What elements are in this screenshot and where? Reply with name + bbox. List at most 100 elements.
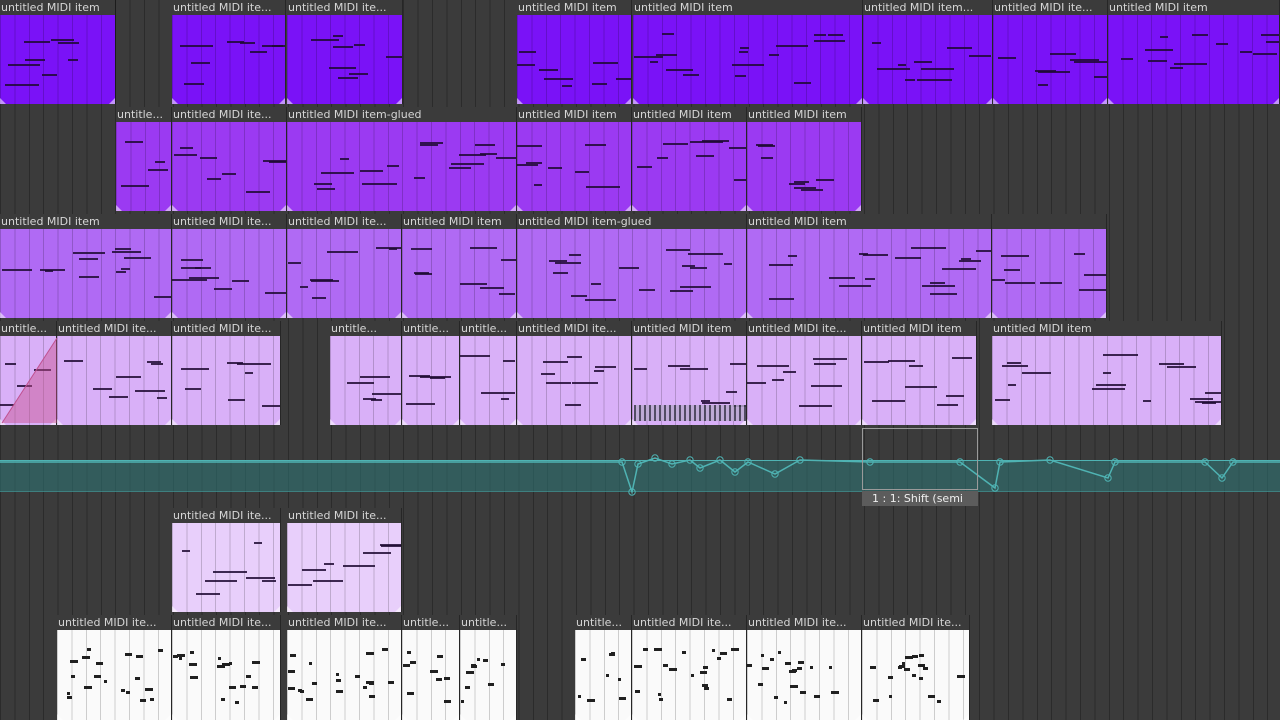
midi-item[interactable]: untitled MIDI item <box>633 0 863 104</box>
item-fade-handle[interactable] <box>402 419 408 425</box>
item-fade-handle[interactable] <box>855 419 861 425</box>
midi-item[interactable]: untitled MIDI ite... <box>57 321 172 425</box>
item-fade-handle[interactable] <box>625 98 631 104</box>
item-fade-handle[interactable] <box>280 312 286 318</box>
item-fade-handle[interactable] <box>395 419 401 425</box>
midi-item[interactable]: untitled MIDI ite... <box>172 508 281 612</box>
item-fade-handle[interactable] <box>460 714 466 720</box>
item-fade-handle[interactable] <box>517 419 523 425</box>
item-fade-handle[interactable] <box>862 714 868 720</box>
item-fade-handle[interactable] <box>109 98 115 104</box>
item-fade-handle[interactable] <box>510 714 516 720</box>
item-fade-handle[interactable] <box>280 205 286 211</box>
midi-item[interactable]: untitled MIDI ite... <box>747 615 862 720</box>
midi-item[interactable]: untitle... <box>402 321 460 425</box>
item-fade-handle[interactable] <box>279 98 285 104</box>
item-fade-handle[interactable] <box>985 312 991 318</box>
item-fade-handle[interactable] <box>165 419 171 425</box>
item-fade-handle[interactable] <box>575 714 581 720</box>
item-fade-handle[interactable] <box>986 98 992 104</box>
item-fade-handle[interactable] <box>1101 98 1107 104</box>
item-fade-handle[interactable] <box>274 714 280 720</box>
item-fade-handle[interactable] <box>740 205 746 211</box>
item-fade-handle[interactable] <box>395 606 401 612</box>
track-lane-track7[interactable]: untitled MIDI ite... untitled MIDI ite...… <box>0 615 1280 720</box>
midi-item[interactable]: untitled MIDI ite... <box>862 615 970 720</box>
midi-item[interactable]: untitled MIDI item <box>747 214 992 318</box>
item-fade-handle[interactable] <box>165 312 171 318</box>
fade-in-curve[interactable] <box>0 0 60 430</box>
item-fade-handle[interactable] <box>856 98 862 104</box>
item-fade-handle[interactable] <box>740 714 746 720</box>
item-fade-handle[interactable] <box>274 419 280 425</box>
midi-item[interactable]: untitled MIDI ite... <box>632 615 747 720</box>
item-fade-handle[interactable] <box>287 312 293 318</box>
item-fade-handle[interactable] <box>855 714 861 720</box>
midi-item[interactable]: untitled MIDI ite... <box>993 0 1108 104</box>
item-fade-handle[interactable] <box>625 714 631 720</box>
item-fade-handle[interactable] <box>172 419 178 425</box>
item-fade-handle[interactable] <box>402 312 408 318</box>
item-fade-handle[interactable] <box>1215 419 1221 425</box>
midi-item[interactable]: untitled MIDI item <box>632 107 747 211</box>
midi-item[interactable]: untitled MIDI ite... <box>287 214 402 318</box>
item-fade-handle[interactable] <box>1273 98 1279 104</box>
item-fade-handle[interactable] <box>1108 98 1114 104</box>
item-fade-handle[interactable] <box>165 714 171 720</box>
midi-item[interactable]: untitle... <box>402 615 460 720</box>
midi-item[interactable]: untitled MIDI ite... <box>287 615 402 720</box>
item-fade-handle[interactable] <box>165 205 171 211</box>
item-fade-handle[interactable] <box>862 419 868 425</box>
midi-item[interactable]: untitled MIDI item <box>402 214 517 318</box>
midi-item[interactable]: untitle... <box>330 321 402 425</box>
item-fade-handle[interactable] <box>517 312 523 318</box>
item-fade-handle[interactable] <box>747 419 753 425</box>
item-fade-handle[interactable] <box>453 714 459 720</box>
item-fade-handle[interactable] <box>963 714 969 720</box>
midi-item[interactable]: untitled MIDI item <box>747 107 862 211</box>
item-fade-handle[interactable] <box>330 419 336 425</box>
item-fade-handle[interactable] <box>625 205 631 211</box>
item-fade-handle[interactable] <box>287 205 293 211</box>
item-fade-handle[interactable] <box>172 98 178 104</box>
pitch-envelope-curve[interactable] <box>0 428 1280 502</box>
item-fade-handle[interactable] <box>747 714 753 720</box>
item-fade-handle[interactable] <box>863 98 869 104</box>
midi-item[interactable]: untitled MIDI ite... <box>172 321 281 425</box>
midi-item[interactable]: untitled MIDI item-glued <box>517 214 747 318</box>
item-fade-handle[interactable] <box>510 419 516 425</box>
midi-item[interactable]: untitled MIDI ite... <box>57 615 172 720</box>
midi-item[interactable]: untitled MIDI item... <box>863 0 993 104</box>
item-fade-handle[interactable] <box>993 98 999 104</box>
item-fade-handle[interactable] <box>395 714 401 720</box>
item-fade-handle[interactable] <box>992 312 998 318</box>
midi-item[interactable]: untitled MIDI ite... <box>172 214 287 318</box>
item-fade-handle[interactable] <box>510 205 516 211</box>
item-fade-handle[interactable] <box>1100 312 1106 318</box>
midi-item[interactable]: untitled MIDI ite... <box>172 615 281 720</box>
envelope-lane[interactable] <box>0 428 1280 502</box>
item-fade-handle[interactable] <box>970 419 976 425</box>
item-fade-handle[interactable] <box>172 312 178 318</box>
item-fade-handle[interactable] <box>747 205 753 211</box>
midi-item[interactable]: untitled MIDI item <box>992 321 1222 425</box>
item-fade-handle[interactable] <box>460 419 466 425</box>
midi-item[interactable]: untitled MIDI ite... <box>287 508 402 612</box>
track-lane-track1[interactable]: untitled MIDI item untitled MIDI ite... un… <box>0 0 1280 104</box>
track-lane-track6[interactable]: untitled MIDI ite... untitled MIDI ite... <box>0 508 1280 612</box>
item-fade-handle[interactable] <box>172 205 178 211</box>
midi-item[interactable]: untitled MIDI ite... <box>172 0 286 104</box>
item-fade-handle[interactable] <box>57 714 63 720</box>
item-fade-handle[interactable] <box>172 714 178 720</box>
item-fade-handle[interactable] <box>625 419 631 425</box>
midi-item[interactable]: untitle... <box>575 615 632 720</box>
midi-item[interactable]: untitled MIDI item <box>517 0 632 104</box>
item-fade-handle[interactable] <box>747 312 753 318</box>
item-fade-handle[interactable] <box>274 606 280 612</box>
item-fade-handle[interactable] <box>510 312 516 318</box>
midi-item[interactable]: untitle... <box>460 321 517 425</box>
item-fade-handle[interactable] <box>402 714 408 720</box>
item-fade-handle[interactable] <box>992 419 998 425</box>
envelope-line[interactable] <box>0 457 1280 495</box>
item-fade-handle[interactable] <box>632 205 638 211</box>
